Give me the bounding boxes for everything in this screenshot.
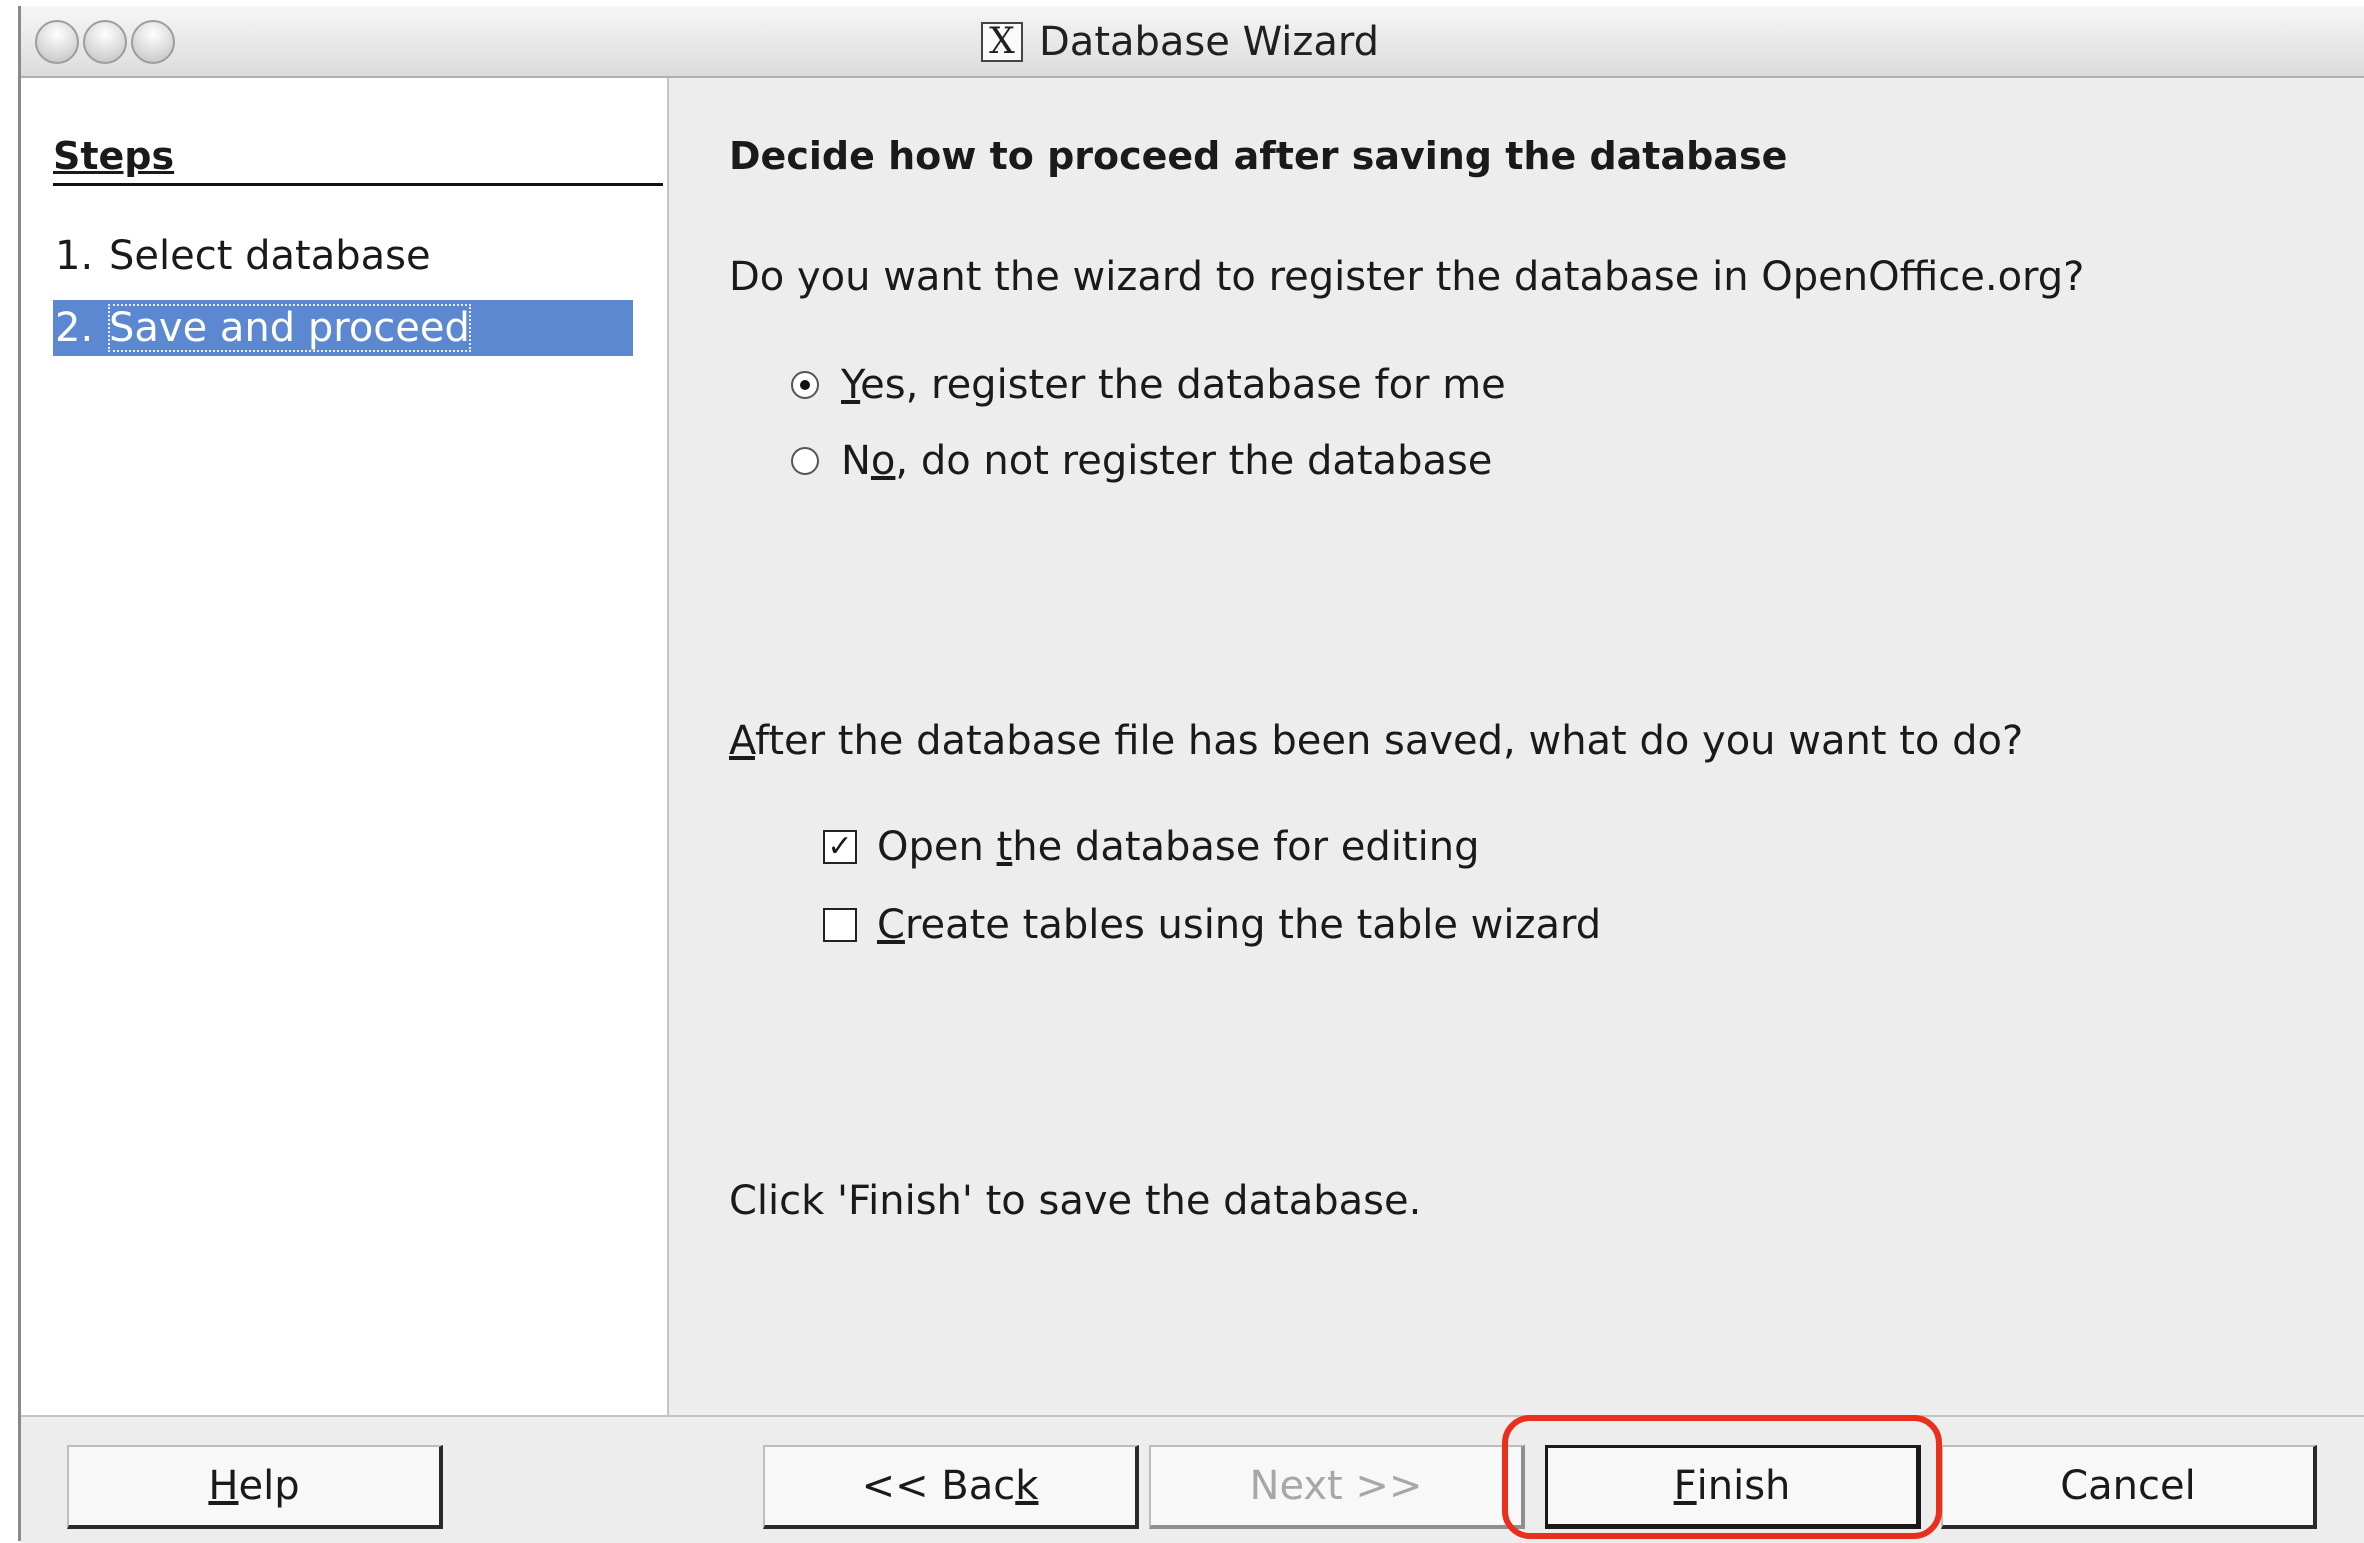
step-number: 1. bbox=[55, 233, 94, 279]
radio-register-no-label: No, do not register the database bbox=[841, 438, 1493, 484]
checkbox-open-for-editing[interactable]: ✓ Open the database for editing bbox=[823, 824, 1479, 870]
radio-register-yes[interactable]: Yes, register the database for me bbox=[791, 362, 1506, 408]
database-wizard-window: X Database Wizard Steps 1. Select databas… bbox=[18, 6, 2364, 1543]
window-title: X Database Wizard bbox=[981, 18, 1379, 66]
title-bar[interactable]: X Database Wizard bbox=[21, 6, 2364, 78]
checkbox-checked-icon[interactable]: ✓ bbox=[823, 830, 857, 864]
window-title-text: Database Wizard bbox=[1039, 19, 1379, 65]
page-heading: Decide how to proceed after saving the d… bbox=[729, 134, 1788, 178]
help-button[interactable]: Help bbox=[67, 1445, 443, 1529]
register-question: Do you want the wizard to register the d… bbox=[729, 254, 2085, 300]
radio-register-no[interactable]: No, do not register the database bbox=[791, 438, 1492, 484]
step-number: 2. bbox=[55, 305, 94, 351]
zoom-window-button[interactable] bbox=[131, 20, 175, 64]
finish-button[interactable]: Finish bbox=[1545, 1445, 1921, 1529]
close-window-button[interactable] bbox=[35, 20, 79, 64]
finish-hint: Click 'Finish' to save the database. bbox=[729, 1178, 1422, 1224]
checkbox-create-tables-label: Create tables using the table wizard bbox=[877, 902, 1602, 948]
checkbox-open-for-editing-label: Open the database for editing bbox=[877, 824, 1480, 870]
back-button[interactable]: << Bac k bbox=[763, 1445, 1139, 1529]
checkbox-create-tables[interactable]: Create tables using the table wizard bbox=[823, 902, 1601, 948]
after-save-question: After the database file has been saved, … bbox=[729, 718, 2024, 764]
step-label: Save and proceed bbox=[108, 304, 471, 352]
cancel-button[interactable]: Cancel bbox=[1941, 1445, 2317, 1529]
steps-sidebar: Steps 1. Select database 2. Save and proce… bbox=[21, 78, 669, 1415]
button-bar: Help << Bac k Next >> Finish Cancel bbox=[21, 1415, 2364, 1543]
radio-selected-icon[interactable] bbox=[791, 371, 819, 399]
next-button[interactable]: Next >> bbox=[1149, 1445, 1525, 1529]
minimize-window-button[interactable] bbox=[83, 20, 127, 64]
checkbox-unchecked-icon[interactable] bbox=[823, 908, 857, 942]
step-save-and-proceed[interactable]: 2. Save and proceed bbox=[53, 300, 633, 356]
steps-heading: Steps bbox=[53, 134, 663, 186]
radio-register-yes-label: Yes, register the database for me bbox=[841, 362, 1506, 408]
wizard-content: Decide how to proceed after saving the d… bbox=[729, 78, 2339, 1408]
step-label: Select database bbox=[109, 233, 431, 279]
step-select-database[interactable]: 1. Select database bbox=[53, 228, 633, 284]
x11-app-icon: X bbox=[981, 22, 1023, 62]
radio-unselected-icon[interactable] bbox=[791, 447, 819, 475]
